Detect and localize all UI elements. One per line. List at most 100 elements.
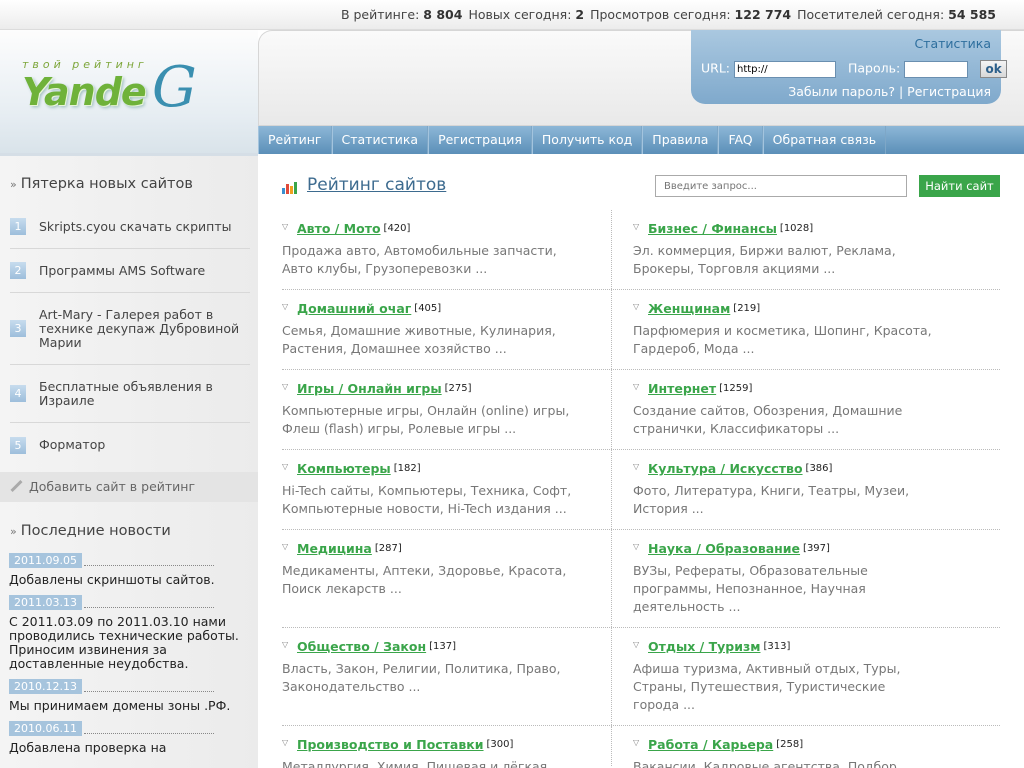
category-count: [405] bbox=[414, 303, 442, 314]
news-text: Добавлены скриншоты сайтов. bbox=[9, 572, 215, 587]
category-link[interactable]: Работа / Карьера bbox=[648, 737, 773, 752]
category-link[interactable]: Игры / Онлайн игры bbox=[297, 381, 442, 396]
category-description: Создание сайтов, Обозрения, Домашние стр… bbox=[633, 403, 903, 436]
category-row: ▽ Игры / Онлайн игры [275] Компьютерные иг… bbox=[282, 370, 1000, 450]
dotted-divider bbox=[83, 598, 214, 608]
news-date: 2010.12.13 bbox=[9, 679, 82, 694]
list-item[interactable]: 5 Форматор bbox=[10, 423, 250, 467]
category-header: ▽ Производство и Поставки [300] bbox=[282, 737, 612, 752]
new-sites-heading: » Пятерка новых сайтов bbox=[10, 176, 193, 192]
category-link[interactable]: Домашний очаг bbox=[297, 301, 411, 316]
url-input[interactable] bbox=[734, 60, 836, 78]
category-item: ▽ Компьютеры [182] Hi-Tech сайты, Компьюте… bbox=[282, 450, 612, 518]
news-heading-text: Последние новости bbox=[20, 523, 171, 539]
category-header: ▽ Домашний очаг [405] bbox=[282, 301, 612, 316]
top-stats-bar: В рейтинге: 8 804 Новых сегодня: 2 Просм… bbox=[0, 0, 1024, 30]
category-link[interactable]: Общество / Закон bbox=[297, 639, 426, 654]
new-today-value: 2 bbox=[575, 7, 585, 22]
login-statistics-link[interactable]: Статистика bbox=[914, 36, 991, 51]
category-item: ▽ Отдых / Туризм [313] Афиша туризма, Акти… bbox=[633, 628, 963, 714]
category-count: [1259] bbox=[719, 383, 753, 394]
nav-item-statistics[interactable]: Статистика bbox=[331, 126, 429, 154]
category-link[interactable]: Отдых / Туризм bbox=[648, 639, 760, 654]
nav-item-feedback[interactable]: Обратная связь bbox=[762, 126, 887, 154]
category-link[interactable]: Производство и Поставки bbox=[297, 737, 484, 752]
site-number-badge: 5 bbox=[10, 436, 26, 454]
nav-item-rules[interactable]: Правила bbox=[642, 126, 719, 154]
category-description: ВУЗы, Рефераты, Образовательные программ… bbox=[633, 563, 868, 614]
login-ok-button[interactable]: ok bbox=[980, 60, 1008, 78]
main-nav: Рейтинг Статистика Регистрация Получить … bbox=[258, 126, 1024, 154]
double-chevron-right-icon: » bbox=[10, 525, 17, 538]
category-item: ▽ Домашний очаг [405] Семья, Домашние живо… bbox=[282, 290, 612, 358]
add-site-label: Добавить сайт в рейтинг bbox=[29, 479, 196, 494]
category-header: ▽ Отдых / Туризм [313] bbox=[633, 639, 963, 654]
category-header: ▽ Бизнес / Финансы [1028] bbox=[633, 221, 963, 236]
forgot-password-link[interactable]: Забыли пароль? bbox=[788, 84, 895, 99]
category-header: ▽ Медицина [287] bbox=[282, 541, 612, 556]
login-links: Забыли пароль? | Регистрация bbox=[788, 84, 991, 99]
news-date: 2011.03.13 bbox=[9, 595, 82, 610]
news-text: Мы принимаем домены зоны .РФ. bbox=[9, 698, 231, 713]
triangle-down-icon: ▽ bbox=[282, 381, 289, 391]
category-item: ▽ Работа / Карьера [258] Вакансии, Кадровы… bbox=[633, 726, 963, 768]
triangle-down-icon: ▽ bbox=[633, 737, 640, 747]
password-input[interactable] bbox=[904, 60, 969, 78]
category-link[interactable]: Медицина bbox=[297, 541, 372, 556]
login-box: Статистика URL: Пароль: ok Забыли пароль… bbox=[691, 30, 1008, 104]
views-today-value: 122 774 bbox=[734, 7, 792, 22]
search-button[interactable]: Найти сайт bbox=[919, 175, 1000, 197]
category-link[interactable]: Интернет bbox=[648, 381, 716, 396]
triangle-down-icon: ▽ bbox=[282, 301, 289, 311]
list-item[interactable]: 1 Skripts.cyou скачать скрипты bbox=[10, 205, 250, 249]
triangle-down-icon: ▽ bbox=[282, 221, 289, 231]
register-link[interactable]: Регистрация bbox=[907, 84, 991, 99]
logo-letter: G bbox=[152, 55, 197, 120]
category-count: [313] bbox=[763, 641, 791, 652]
category-description: Металлургия, Химия, Пищевая и лёгкая bbox=[282, 759, 548, 768]
category-link[interactable]: Наука / Образование bbox=[648, 541, 800, 556]
category-link[interactable]: Компьютеры bbox=[297, 461, 391, 476]
category-link[interactable]: Авто / Мото bbox=[297, 221, 381, 236]
category-item: ▽ Наука / Образование [397] ВУЗы, Рефераты… bbox=[633, 530, 963, 616]
visitors-today-value: 54 585 bbox=[948, 7, 996, 22]
bar-chart-icon bbox=[282, 180, 298, 194]
category-item: ▽ Общество / Закон [137] Власть, Закон, Ре… bbox=[282, 628, 612, 696]
page-title[interactable]: Рейтинг сайтов bbox=[307, 175, 446, 195]
news-item: 2011.09.05 Добавлены скриншоты сайтов. bbox=[9, 553, 249, 587]
nav-item-rating[interactable]: Рейтинг bbox=[258, 126, 332, 154]
search-input[interactable] bbox=[655, 175, 907, 197]
nav-item-get-code[interactable]: Получить код bbox=[531, 126, 643, 154]
list-item[interactable]: 3 Art-Mary - Галерея работ в технике дек… bbox=[10, 293, 250, 365]
nav-item-faq[interactable]: FAQ bbox=[718, 126, 763, 154]
login-form: URL: Пароль: ok bbox=[701, 60, 1008, 78]
nav-item-registration[interactable]: Регистрация bbox=[428, 126, 532, 154]
add-site-button[interactable]: Добавить сайт в рейтинг bbox=[0, 472, 258, 502]
category-count: [300] bbox=[486, 739, 514, 750]
category-link[interactable]: Женщинам bbox=[648, 301, 730, 316]
site-statistics: В рейтинге: 8 804 Новых сегодня: 2 Просм… bbox=[341, 7, 998, 22]
triangle-down-icon: ▽ bbox=[282, 461, 289, 471]
rating-value: 8 804 bbox=[423, 7, 463, 22]
news-item: 2010.12.13 Мы принимаем домены зоны .РФ. bbox=[9, 679, 249, 713]
category-link[interactable]: Бизнес / Финансы bbox=[648, 221, 777, 236]
category-count: [287] bbox=[374, 543, 402, 554]
add-site-label-wrap: Добавить сайт в рейтинг bbox=[9, 479, 195, 494]
dotted-divider bbox=[83, 556, 214, 566]
password-label: Пароль: bbox=[847, 60, 901, 76]
category-row: ▽ Медицина [287] Медикаменты, Аптеки, Здор… bbox=[282, 530, 1000, 628]
category-link[interactable]: Культура / Искусство bbox=[648, 461, 803, 476]
site-title: Skripts.cyou скачать скрипты bbox=[39, 218, 232, 234]
categories-grid: ▽ Авто / Мото [420] Продажа авто, Автомоби… bbox=[282, 210, 1000, 768]
site-logo[interactable]: твой рейтинг Yande G bbox=[22, 58, 212, 128]
category-header: ▽ Работа / Карьера [258] bbox=[633, 737, 963, 752]
site-title: Форматор bbox=[39, 437, 106, 452]
triangle-down-icon: ▽ bbox=[633, 541, 640, 551]
list-item[interactable]: 4 Бесплатные объявления в Израиле bbox=[10, 365, 250, 423]
list-item[interactable]: 2 Программы AMS Software bbox=[10, 249, 250, 293]
category-item: ▽ Игры / Онлайн игры [275] Компьютерные иг… bbox=[282, 370, 612, 438]
news-heading: » Последние новости bbox=[10, 523, 171, 539]
triangle-down-icon: ▽ bbox=[633, 461, 640, 471]
category-item: ▽ Медицина [287] Медикаменты, Аптеки, Здор… bbox=[282, 530, 612, 598]
new-today-label: Новых сегодня: bbox=[468, 7, 572, 22]
